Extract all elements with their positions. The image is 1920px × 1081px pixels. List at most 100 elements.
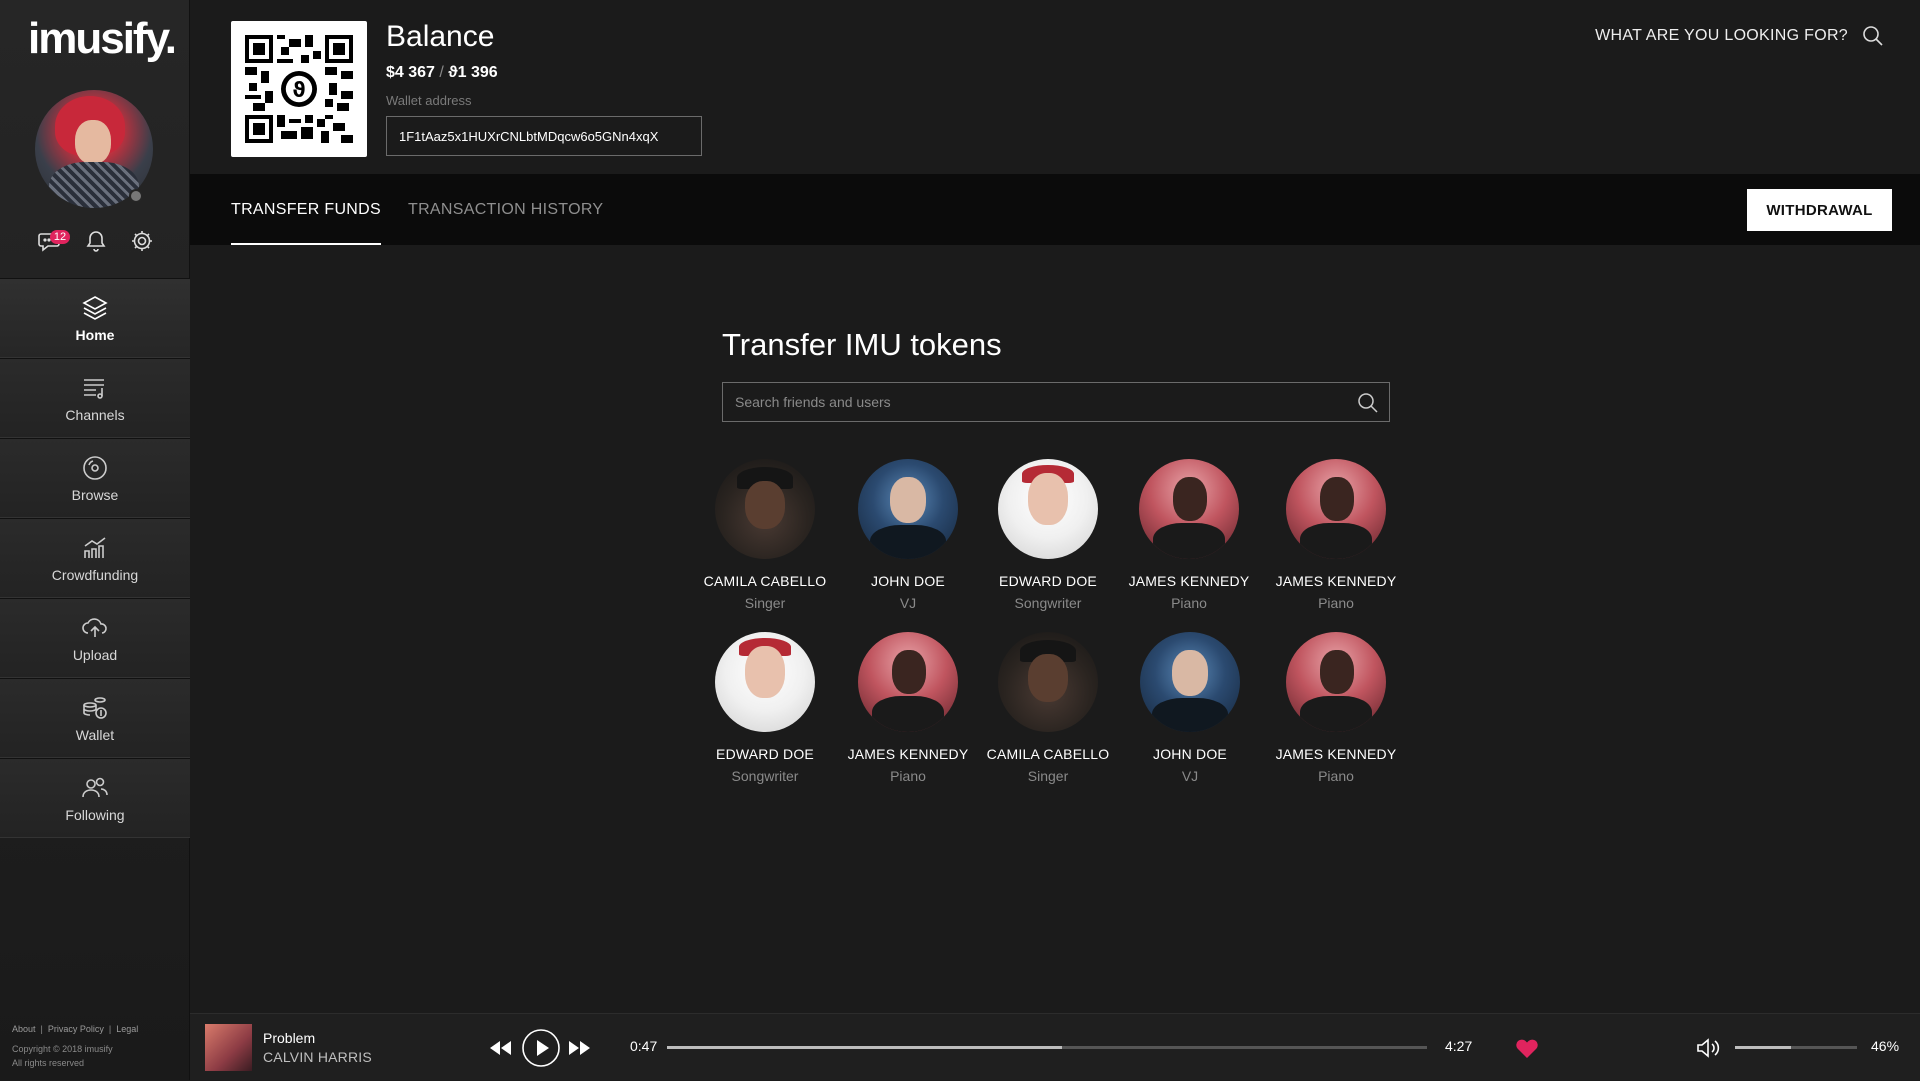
user-avatar[interactable] bbox=[998, 632, 1098, 732]
footer-link-privacy[interactable]: Privacy Policy bbox=[48, 1024, 104, 1034]
footer-link-about[interactable]: About bbox=[12, 1024, 36, 1034]
sidebar-footer: About | Privacy Policy | Legal Copyright… bbox=[12, 1022, 182, 1070]
sidebar-item-home[interactable]: Home bbox=[0, 278, 190, 358]
wallet-qr-code[interactable]: ϑ bbox=[231, 21, 367, 157]
fast-forward-button[interactable] bbox=[568, 1014, 590, 1081]
app-logo[interactable]: imusify. bbox=[28, 14, 177, 64]
rights-text: All rights reserved bbox=[12, 1058, 85, 1068]
user-avatar[interactable] bbox=[858, 459, 958, 559]
notifications-bell-icon[interactable] bbox=[83, 228, 109, 254]
volume-fill bbox=[1735, 1046, 1792, 1049]
messages-count-badge: 12 bbox=[50, 230, 70, 244]
status-indicator bbox=[129, 189, 143, 203]
wallet-address-field[interactable] bbox=[386, 116, 702, 156]
user-role: Piano bbox=[1171, 595, 1207, 611]
user-card[interactable]: JAMES KENNEDY Piano bbox=[1271, 632, 1401, 784]
user-card[interactable]: JAMES KENNEDY Piano bbox=[843, 632, 973, 784]
footer-link-legal[interactable]: Legal bbox=[116, 1024, 138, 1034]
user-avatar[interactable] bbox=[1286, 632, 1386, 732]
tab-transaction-history[interactable]: TRANSACTION HISTORY bbox=[408, 174, 603, 245]
user-avatar[interactable] bbox=[1286, 459, 1386, 559]
elapsed-time: 0:47 bbox=[630, 1038, 658, 1054]
balance-title: Balance bbox=[386, 20, 495, 53]
user-role: VJ bbox=[899, 595, 917, 611]
sidebar-item-label: Following bbox=[65, 807, 125, 823]
user-card[interactable]: JOHN DOE VJ bbox=[843, 459, 973, 611]
volume-icon bbox=[1697, 1037, 1720, 1058]
mute-button[interactable] bbox=[1696, 1014, 1722, 1081]
sidebar-item-wallet[interactable]: Wallet bbox=[0, 678, 190, 758]
progress-fill bbox=[667, 1046, 1063, 1049]
page-title: Transfer IMU tokens bbox=[722, 327, 1002, 362]
user-card[interactable]: CAMILA CABELLO Singer bbox=[700, 459, 830, 611]
user-name: JOHN DOE bbox=[871, 573, 945, 589]
user-avatar[interactable] bbox=[998, 459, 1098, 559]
user-card[interactable]: EDWARD DOE Songwriter bbox=[700, 632, 830, 784]
user-role: Piano bbox=[1318, 595, 1354, 611]
balance-tokens: ϑ1 396 bbox=[448, 64, 498, 81]
sidebar-item-label: Channels bbox=[65, 407, 125, 423]
copyright-text: Copyright © 2018 imusify bbox=[12, 1044, 113, 1054]
track-duration: 4:27 bbox=[1445, 1038, 1473, 1054]
friend-search-input[interactable] bbox=[723, 383, 1323, 421]
sidebar-item-label: Wallet bbox=[75, 727, 115, 743]
user-role: Singer bbox=[744, 595, 786, 611]
user-name: EDWARD DOE bbox=[999, 573, 1097, 589]
user-avatar[interactable] bbox=[1139, 459, 1239, 559]
global-search-label: WHAT ARE YOU LOOKING FOR? bbox=[1595, 27, 1848, 44]
settings-gear-icon[interactable] bbox=[129, 228, 155, 254]
user-card[interactable]: JAMES KENNEDY Piano bbox=[1271, 459, 1401, 611]
artist-name[interactable]: CALVIN HARRIS bbox=[263, 1049, 372, 1065]
like-button[interactable] bbox=[1515, 1014, 1539, 1081]
search-icon[interactable] bbox=[1862, 25, 1884, 47]
user-card[interactable]: EDWARD DOE Songwriter bbox=[983, 459, 1113, 611]
album-cover[interactable] bbox=[205, 1024, 252, 1071]
sidebar-item-label: Browse bbox=[71, 487, 119, 503]
sidebar-item-crowdfunding[interactable]: Crowdfunding bbox=[0, 518, 190, 598]
friend-search-box bbox=[722, 382, 1390, 422]
play-button[interactable] bbox=[521, 1014, 561, 1081]
user-name: CAMILA CABELLO bbox=[703, 573, 827, 589]
tab-transfer-funds[interactable]: TRANSFER FUNDS bbox=[231, 174, 381, 245]
balance-usd: $4 367 bbox=[386, 64, 435, 81]
sidebar-item-browse[interactable]: Browse bbox=[0, 438, 190, 518]
layers-icon bbox=[82, 296, 108, 320]
disc-icon bbox=[83, 456, 107, 480]
sidebar-item-following[interactable]: Following bbox=[0, 758, 190, 838]
withdrawal-button[interactable]: WITHDRAWAL bbox=[1747, 189, 1892, 231]
user-role: Songwriter bbox=[1014, 595, 1082, 611]
user-avatar[interactable] bbox=[715, 632, 815, 732]
quick-icons bbox=[0, 228, 190, 254]
sidebar-item-channels[interactable]: Channels bbox=[0, 358, 190, 438]
user-name: JAMES KENNEDY bbox=[1128, 573, 1250, 589]
user-card[interactable]: JOHN DOE VJ bbox=[1125, 632, 1255, 784]
user-role: Piano bbox=[1318, 768, 1354, 784]
song-title[interactable]: Problem bbox=[263, 1030, 315, 1046]
rewind-button[interactable] bbox=[490, 1014, 512, 1081]
user-role: Piano bbox=[890, 768, 926, 784]
sidebar-item-upload[interactable]: Upload bbox=[0, 598, 190, 678]
user-avatar[interactable] bbox=[1140, 632, 1240, 732]
global-search[interactable]: WHAT ARE YOU LOOKING FOR? bbox=[1595, 25, 1884, 47]
rewind-icon bbox=[490, 1040, 511, 1055]
user-card[interactable]: CAMILA CABELLO Singer bbox=[983, 632, 1113, 784]
user-name: EDWARD DOE bbox=[716, 746, 814, 762]
search-icon[interactable] bbox=[1357, 392, 1379, 414]
volume-slider[interactable] bbox=[1735, 1046, 1857, 1049]
sidebar-nav: Home Channels Browse Crowdfunding Upload… bbox=[0, 278, 190, 838]
user-role: VJ bbox=[1181, 768, 1199, 784]
sidebar-item-label: Crowdfunding bbox=[51, 567, 139, 583]
user-avatar[interactable] bbox=[858, 632, 958, 732]
wallet-header: ϑ Balance $4 367 / ϑ1 396 Wallet address… bbox=[190, 0, 1920, 174]
users-icon bbox=[82, 777, 108, 798]
tab-bar: TRANSFER FUNDS TRANSACTION HISTORY WITHD… bbox=[190, 174, 1920, 245]
coins-icon bbox=[83, 697, 107, 719]
user-role: Singer bbox=[1027, 768, 1069, 784]
progress-bar[interactable] bbox=[667, 1046, 1427, 1049]
sidebar-item-label: Upload bbox=[72, 647, 118, 663]
svg-text:ϑ: ϑ bbox=[292, 78, 305, 102]
user-name: JOHN DOE bbox=[1153, 746, 1227, 762]
fast-forward-icon bbox=[569, 1040, 590, 1055]
user-card[interactable]: JAMES KENNEDY Piano bbox=[1124, 459, 1254, 611]
user-avatar[interactable] bbox=[715, 459, 815, 559]
